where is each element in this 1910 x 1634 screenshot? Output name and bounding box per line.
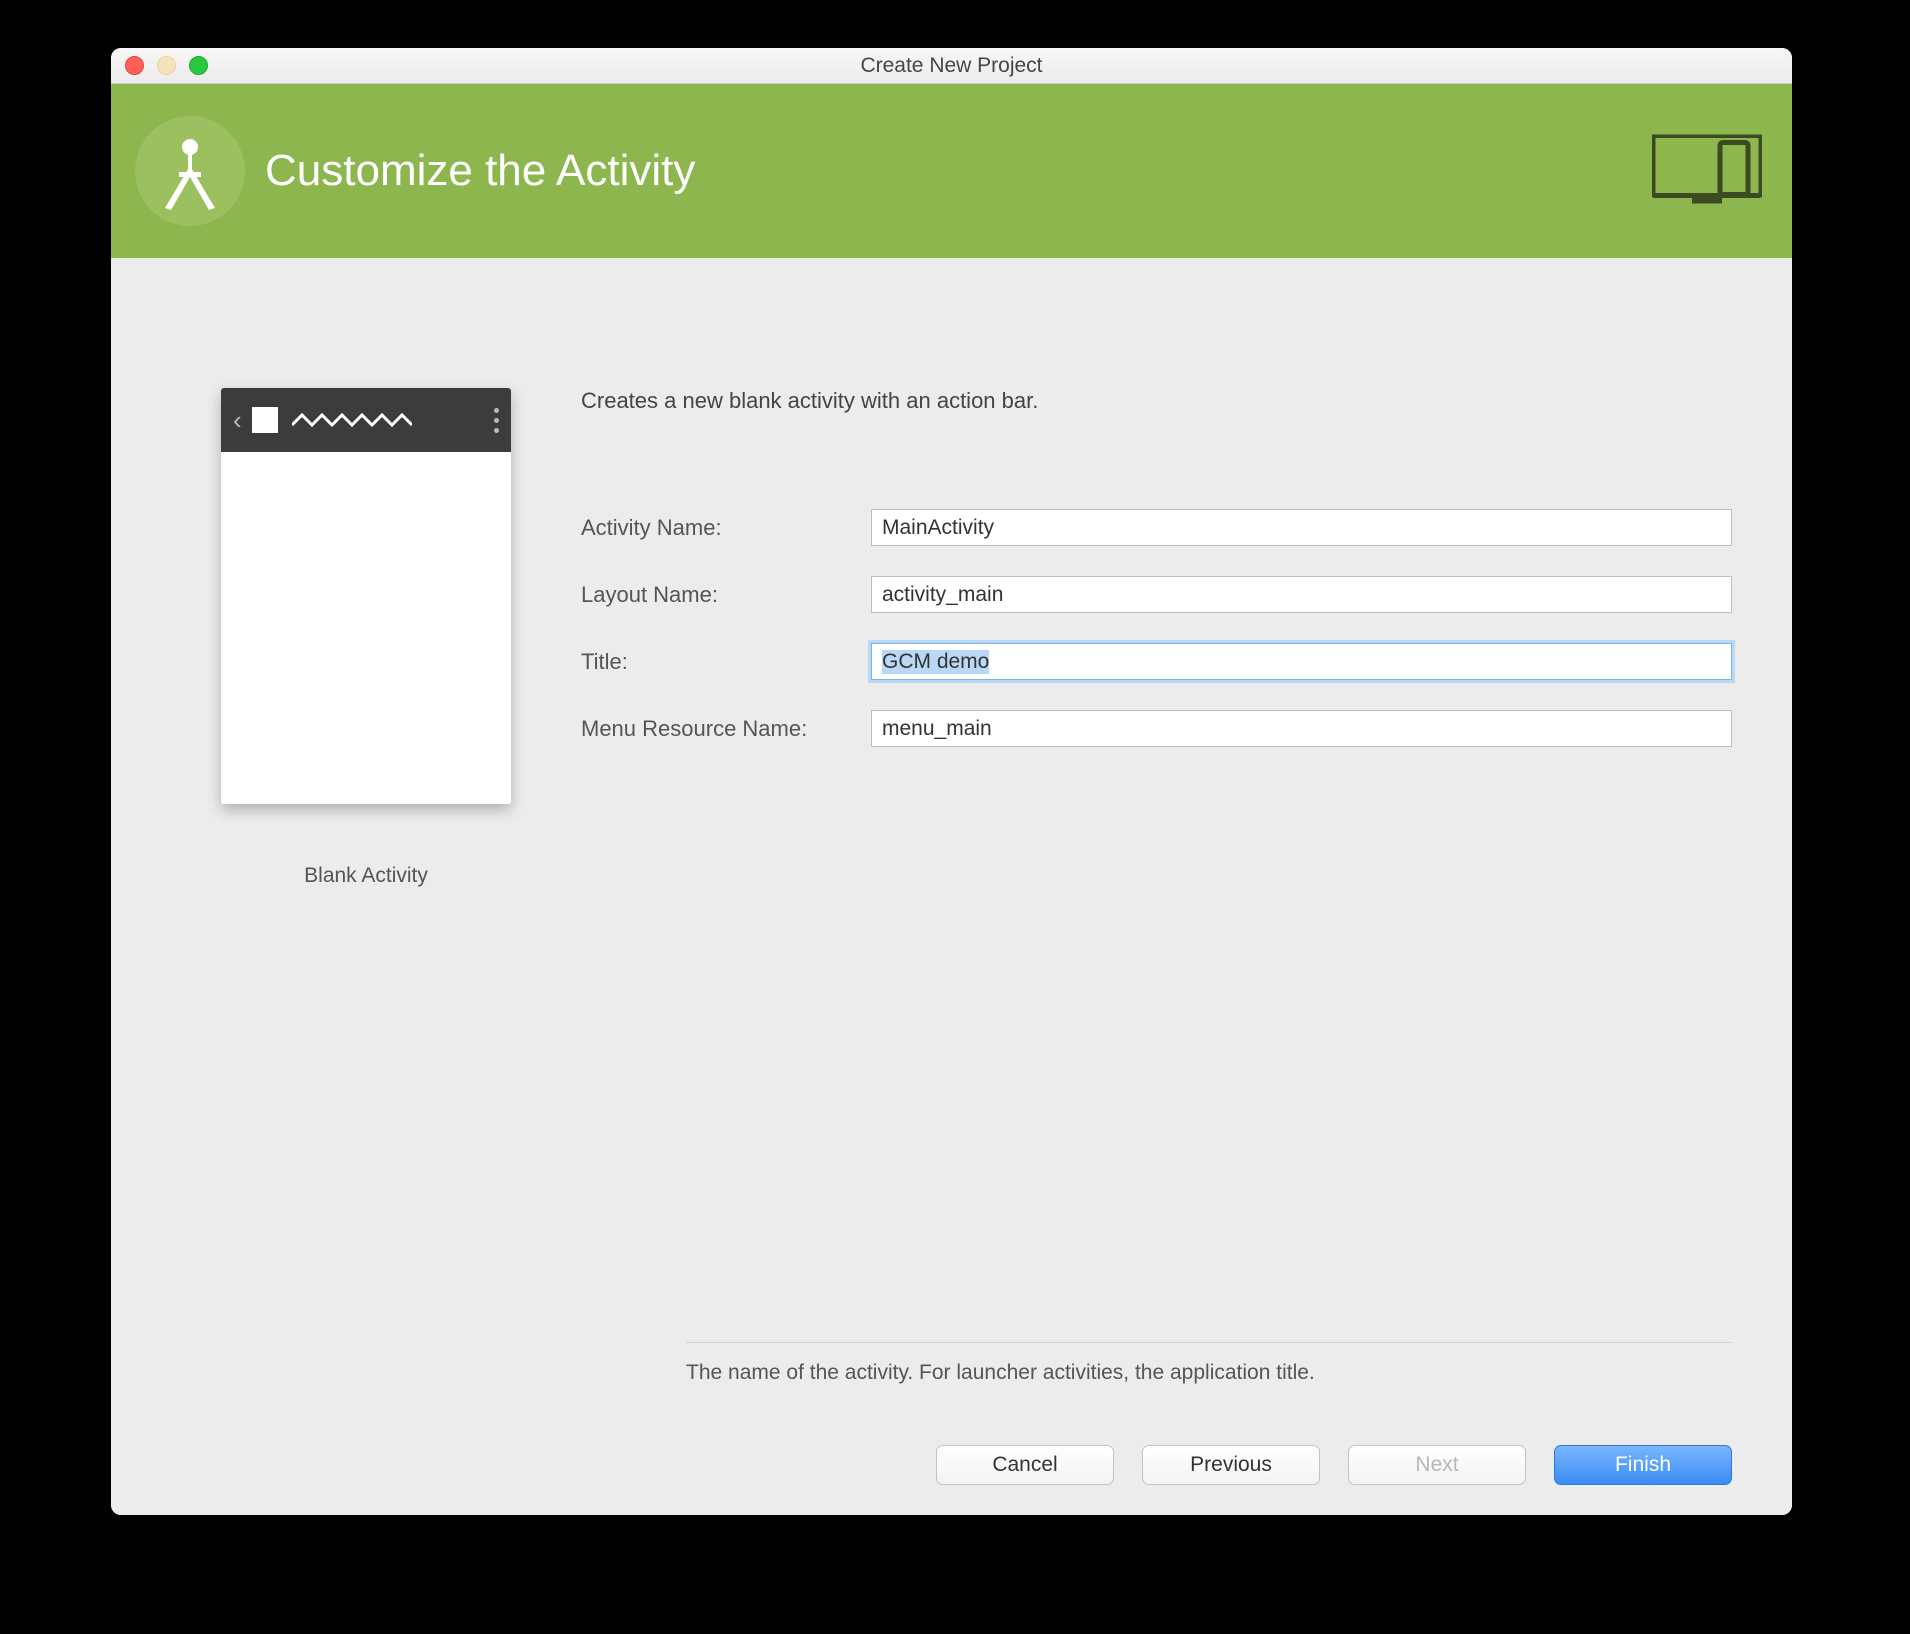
zoom-icon[interactable] (189, 56, 208, 75)
field-hint: The name of the activity. For launcher a… (686, 1361, 1732, 1385)
layout-name-label: Layout Name: (581, 582, 871, 608)
app-icon-placeholder (252, 407, 278, 433)
titlebar: Create New Project (111, 48, 1792, 84)
close-icon[interactable] (125, 56, 144, 75)
wizard-footer: The name of the activity. For launcher a… (141, 1342, 1762, 1485)
button-bar: Cancel Previous Next Finish (686, 1445, 1732, 1485)
previous-button[interactable]: Previous (1142, 1445, 1320, 1485)
dialog-window: Create New Project Customize the Activit… (111, 48, 1792, 1515)
template-preview: ‹ Blank (141, 388, 521, 1342)
menu-name-label: Menu Resource Name: (581, 716, 871, 742)
template-thumbnail: ‹ (221, 388, 511, 804)
title-placeholder-icon (292, 413, 484, 427)
form-description: Creates a new blank activity with an act… (581, 388, 1732, 414)
overflow-icon (494, 408, 499, 433)
finish-button[interactable]: Finish (1554, 1445, 1732, 1485)
actionbar-preview: ‹ (221, 388, 511, 452)
wizard-body: ‹ Blank (111, 258, 1792, 1515)
wizard-title: Customize the Activity (265, 146, 695, 196)
content-placeholder (221, 452, 511, 804)
wizard-header: Customize the Activity (111, 84, 1792, 258)
window-title: Create New Project (111, 54, 1792, 78)
template-name: Blank Activity (304, 864, 428, 888)
cancel-button[interactable]: Cancel (936, 1445, 1114, 1485)
separator (686, 1342, 1732, 1343)
activity-name-input[interactable] (871, 509, 1732, 546)
minimize-icon (157, 56, 176, 75)
device-icon (1652, 135, 1762, 208)
back-icon: ‹ (233, 405, 242, 436)
next-button: Next (1348, 1445, 1526, 1485)
layout-name-input[interactable] (871, 576, 1732, 613)
form: Creates a new blank activity with an act… (581, 388, 1762, 1342)
title-label: Title: (581, 649, 871, 675)
android-studio-icon (135, 116, 245, 226)
menu-name-input[interactable] (871, 710, 1732, 747)
activity-name-label: Activity Name: (581, 515, 871, 541)
window-controls (125, 56, 208, 75)
title-input[interactable] (871, 643, 1732, 680)
